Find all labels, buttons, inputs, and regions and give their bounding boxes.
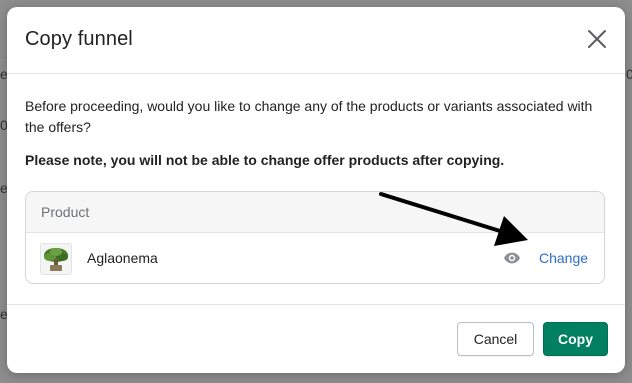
modal-footer: Cancel Copy bbox=[7, 304, 625, 373]
product-row: Aglaonema Change bbox=[26, 233, 604, 283]
eye-icon[interactable] bbox=[503, 249, 521, 267]
modal-header: Copy funnel bbox=[7, 7, 625, 74]
change-product-link[interactable]: Change bbox=[539, 250, 588, 266]
close-icon bbox=[588, 30, 606, 48]
modal-body: Before proceeding, would you like to cha… bbox=[7, 74, 625, 304]
intro-text: Before proceeding, would you like to cha… bbox=[25, 98, 593, 135]
products-card: Product Aglaonema Change bbox=[25, 191, 605, 284]
products-header: Product bbox=[26, 192, 604, 233]
background-edge-left bbox=[0, 60, 6, 61]
copy-warning-note: Please note, you will not be able to cha… bbox=[25, 152, 505, 168]
product-name: Aglaonema bbox=[87, 250, 158, 266]
product-column-header: Product bbox=[41, 204, 90, 220]
cancel-button[interactable]: Cancel bbox=[457, 322, 534, 356]
modal-title: Copy funnel bbox=[25, 28, 133, 50]
background-fragment: 0 bbox=[626, 66, 632, 82]
copy-button[interactable]: Copy bbox=[543, 322, 608, 356]
copy-funnel-modal: Copy funnel Before proceeding, would you… bbox=[7, 7, 625, 373]
close-button[interactable] bbox=[583, 25, 611, 53]
plant-thumbnail bbox=[40, 243, 72, 275]
